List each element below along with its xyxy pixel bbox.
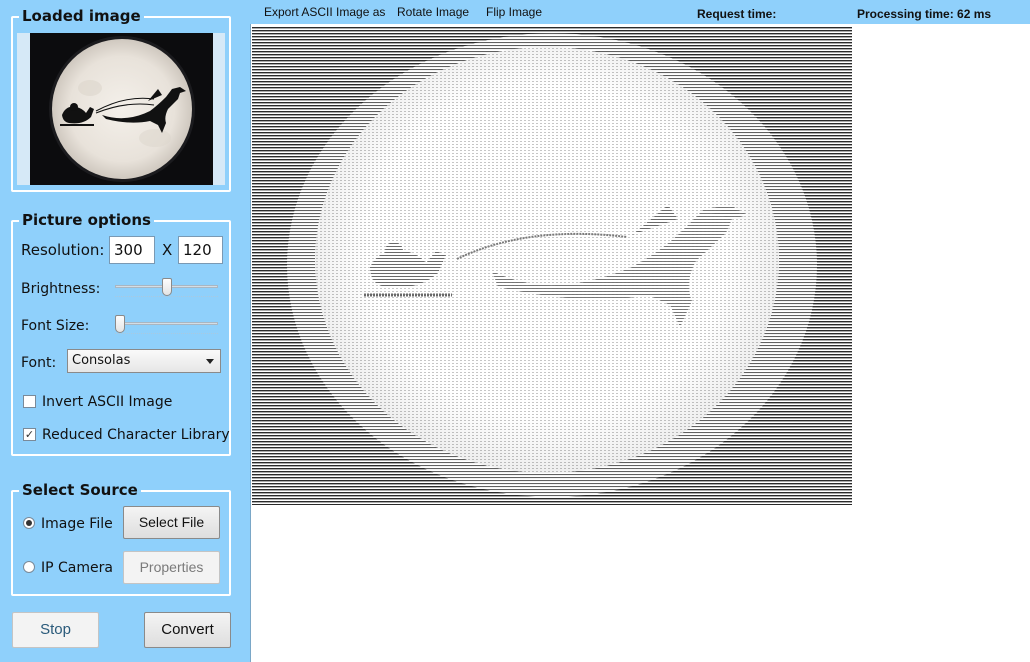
font-size-track [115, 322, 218, 325]
font-label: Font: [21, 355, 57, 371]
font-size-slider-thumb[interactable] [115, 315, 125, 333]
image-file-label[interactable]: Image File [41, 515, 113, 533]
reduced-library-label[interactable]: Reduced Character Library [42, 426, 230, 444]
loaded-image-thumbnail [30, 33, 213, 185]
image-file-radio[interactable] [23, 517, 35, 529]
brightness-label: Brightness: [21, 281, 101, 297]
resolution-separator: X [162, 241, 173, 259]
menu-flip-image[interactable]: Flip Image [486, 5, 542, 19]
ip-camera-label[interactable]: IP Camera [41, 559, 113, 577]
invert-checkbox[interactable] [23, 395, 36, 408]
resolution-height-input[interactable]: 120 [178, 236, 223, 264]
convert-button[interactable]: Convert [144, 612, 231, 648]
select-source-title: Select Source [19, 481, 141, 499]
request-time-label: Request time: [697, 7, 777, 21]
picture-options-title: Picture options [19, 211, 154, 229]
menu-rotate-image[interactable]: Rotate Image [397, 5, 469, 19]
resolution-label: Resolution: [21, 241, 105, 259]
ascii-output-area[interactable] [250, 24, 1030, 662]
stop-button[interactable]: Stop [12, 612, 99, 648]
invert-label[interactable]: Invert ASCII Image [42, 393, 172, 411]
properties-button[interactable]: Properties [123, 551, 220, 584]
ascii-art-image [252, 27, 852, 505]
loaded-image-title: Loaded image [19, 7, 144, 25]
reduced-library-checkbox[interactable]: ✓ [23, 428, 36, 441]
ip-camera-radio[interactable] [23, 561, 35, 573]
moon-sleigh-image [30, 33, 213, 185]
font-select[interactable]: Consolas [67, 349, 221, 373]
font-size-ticks [115, 330, 218, 334]
select-file-button[interactable]: Select File [123, 506, 220, 539]
font-select-value: Consolas [72, 353, 131, 368]
menu-export-ascii[interactable]: Export ASCII Image as [264, 5, 385, 19]
font-size-label: Font Size: [21, 318, 90, 334]
chevron-down-icon [206, 359, 214, 364]
resolution-width-input[interactable]: 300 [109, 236, 155, 264]
processing-time-label: Processing time: 62 ms [857, 7, 992, 21]
brightness-slider-thumb[interactable] [161, 278, 172, 296]
ascii-art-render [252, 27, 852, 505]
